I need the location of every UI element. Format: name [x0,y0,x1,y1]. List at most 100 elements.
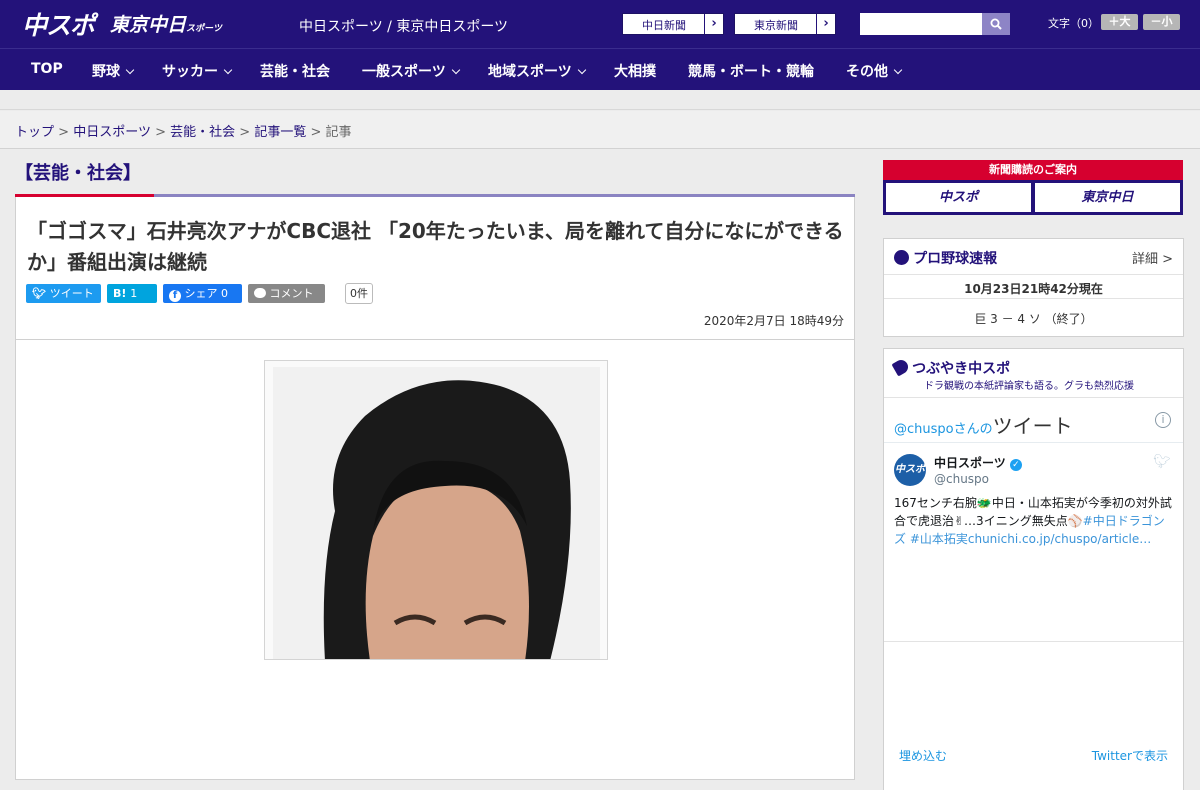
chunichi-shimbun-link[interactable]: 中日新聞 › [622,13,724,35]
nav-label: 野球 [92,64,120,80]
tsubuyaki-title: つぶやき中スポ [912,361,1011,377]
nav-label: 芸能・社会 [260,64,330,80]
chevron-right-icon: › [816,14,835,34]
nav-top[interactable]: TOP [31,61,63,77]
tokyo-shimbun-label: 東京新聞 [754,19,798,32]
view-on-twitter-link[interactable]: Twitterで表示 [1092,747,1168,764]
avatar[interactable]: 中スポ [894,454,926,486]
publish-date: 2020年2月7日 18時49分 [703,314,844,328]
nav-label: 大相撲 [614,64,656,80]
baseball-score-title: プロ野球速報 [913,251,998,267]
score-detail-link[interactable]: 詳細 > [1132,248,1173,267]
timeline-divider [884,442,1183,443]
tweet-share-label: ツイート [49,287,94,300]
twitter-icon: 🐦︎ [32,287,50,300]
category-heading: 【芸能・社会】 [15,163,141,184]
header-bar: 中スポ 東京中日スポーツ 中日スポーツ / 東京中日スポーツ 中日新聞 › 東京新… [0,0,1200,48]
nav-label: TOP [31,61,63,77]
score-line[interactable]: 巨 3 － 4 ソ （終了） [884,298,1183,327]
font-smaller-button[interactable]: －小 [1143,14,1180,30]
tweet-line-3[interactable]: ズ #山本拓実chunichi.co.jp/chuspo/article… [894,530,1176,548]
subscription-heading: 新聞購読のご案内 [883,160,1183,180]
tokyo-chunichi-logo[interactable]: 東京中日スポーツ [110,10,222,37]
tsubuyaki-subtitle: ドラ観戦の本紙評論家も語る。グラも熱烈応援 [924,381,1134,392]
main-nav: TOP 野球 サッカー 芸能・社会 一般スポーツ 地域スポーツ 大相撲 競馬・ボ… [0,48,1200,90]
nav-soccer[interactable]: サッカー [162,61,233,81]
nav-label: 地域スポーツ [488,64,572,80]
tokyo-chunichi-logo-text: 東京中日 [110,14,187,36]
nav-racing[interactable]: 競馬・ボート・競輪 [688,61,814,81]
tokyo-shimbun-link[interactable]: 東京新聞 › [734,13,836,35]
nav-entertainment[interactable]: 芸能・社会 [260,61,330,81]
breadcrumb-sep: > [155,125,166,140]
chevron-down-icon [223,65,233,75]
article-image-area [15,340,855,780]
tweet-line-2: 合で虎退治✌…3イニング無失点⚾#中日ドラゴン [894,512,1176,530]
tweet-share-button[interactable]: 🐦︎ ツイート [26,284,101,303]
breadcrumb-sep: > [239,125,251,140]
tokyo-chunichi-logo-small: スポーツ [186,24,222,34]
baseball-score-header: プロ野球速報 [894,248,997,268]
breadcrumb: トップ > 中日スポーツ > 芸能・社会 > 記事一覧 > 記事 [0,111,1200,149]
nav-local-sports[interactable]: 地域スポーツ [488,61,586,81]
article-photo[interactable] [264,360,608,660]
search-input[interactable] [860,13,982,35]
nav-label: 競馬・ボート・競輪 [688,64,814,80]
chevron-down-icon [125,65,135,75]
search-button[interactable] [982,13,1010,35]
nav-general-sports[interactable]: 一般スポーツ [362,61,460,81]
timeline-handle-suffix: さんの [953,422,993,437]
account-name-text: 中日スポーツ [934,456,1006,470]
tsubuyaki-header: つぶやき中スポ [891,357,1011,378]
chevron-right-icon: › [704,14,723,34]
baseball-icon [894,250,909,265]
facebook-share-button[interactable]: f シェア 0 [163,284,242,303]
baseball-score-box: プロ野球速報 詳細 > 10月23日21時42分現在 巨 3 － 4 ソ （終了… [883,238,1184,337]
nav-label: 一般スポーツ [362,64,446,80]
megaphone-icon [891,357,911,377]
nav-sumo[interactable]: 大相撲 [614,61,656,81]
score-timestamp: 10月23日21時42分現在 [884,274,1183,297]
tweet-hashtag-dragons[interactable]: #中日ドラゴン [1083,514,1165,528]
breadcrumb-sep: > [310,125,322,140]
person-photo-icon [273,367,600,659]
info-icon[interactable]: i [1155,412,1171,428]
timeline-footer-divider [884,641,1183,642]
nav-baseball[interactable]: 野球 [92,61,135,81]
hatena-count: 1 [130,287,138,300]
verified-icon: ✓ [1009,459,1022,471]
twitter-bird-icon[interactable]: 🐦︎ [1153,454,1171,470]
breadcrumb-sep: > [58,125,70,140]
article-title: 「ゴゴスマ」石井亮次アナがCBC退社 「20年たったいま、局を離れて自分になにが… [27,219,844,274]
chuspo-logo[interactable]: 中スポ [22,6,95,42]
chevron-down-icon [451,65,460,75]
comment-button[interactable]: コメント [248,284,325,303]
tsubuyaki-box: つぶやき中スポ ドラ観戦の本紙評論家も語る。グラも熱烈応援 @chuspoさんの… [883,348,1184,790]
timeline-title: ツイート [992,414,1073,438]
breadcrumb-chunichi[interactable]: 中日スポーツ [73,125,151,140]
hatena-button[interactable]: B! 1 [107,284,157,303]
site-name: 中日スポーツ / 東京中日スポーツ [299,19,509,35]
facebook-share-label: シェア [184,287,218,300]
breadcrumb-list[interactable]: 記事一覧 [254,125,306,140]
account-handle[interactable]: @chuspo [934,472,989,486]
nav-label: サッカー [162,64,218,80]
breadcrumb-category[interactable]: 芸能・社会 [170,125,235,140]
breadcrumb-current: 記事 [325,125,352,140]
font-size-label: 文字（0） [1048,17,1099,30]
subscription-banner[interactable]: 新聞購読のご案内 中スポ 東京中日 [883,160,1183,215]
timeline-handle[interactable]: @chuspo [894,422,954,437]
font-larger-button[interactable]: ＋大 [1101,14,1138,30]
comment-count: 0件 [345,283,373,304]
breadcrumb-top[interactable]: トップ [15,125,54,140]
account-name[interactable]: 中日スポーツ ✓ [934,454,1022,471]
chevron-down-icon [577,65,586,75]
timeline-header: @chuspoさんのツイート [894,410,1073,439]
twitter-timeline: @chuspoさんのツイート i 中スポ 中日スポーツ ✓ @chuspo 🐦︎… [884,397,1183,641]
tweet-line-2-text: 合で虎退治✌…3イニング無失点⚾ [894,514,1083,528]
nav-other[interactable]: その他 [846,61,903,81]
facebook-count: 0 [221,287,228,300]
subscribe-tokyo-chunichi-logo[interactable]: 東京中日 [1035,183,1180,212]
embed-link[interactable]: 埋め込む [899,747,947,764]
subscribe-chuspo-logo[interactable]: 中スポ [886,183,1031,212]
